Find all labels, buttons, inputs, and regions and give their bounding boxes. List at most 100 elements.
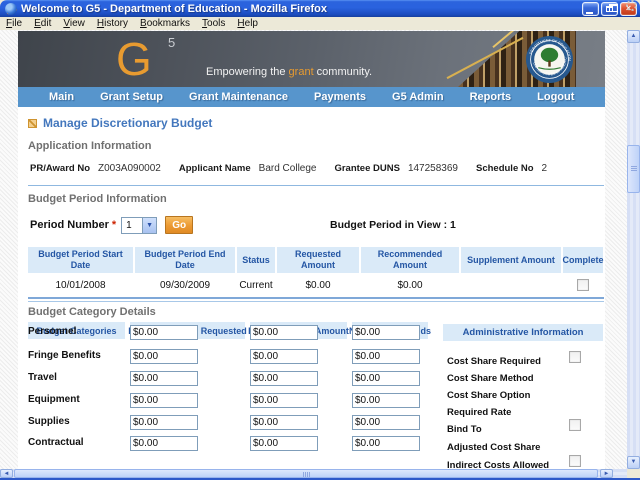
category-label: Personnel xyxy=(28,326,125,337)
field-value: Z003A090002 xyxy=(98,163,161,174)
scrollbar-corner xyxy=(627,469,640,478)
column-header: Complete xyxy=(563,247,603,273)
admin-label: Bind To xyxy=(447,424,482,435)
admin-row: Adjusted Cost Share xyxy=(447,437,603,450)
nav-item[interactable]: Main xyxy=(36,87,87,107)
horizontal-scrollbar[interactable]: ◄ ► xyxy=(0,469,627,478)
budget-period-heading: Budget Period Information xyxy=(28,193,167,205)
scroll-right-icon[interactable]: ► xyxy=(600,469,613,478)
category-row: Fringe Benefits xyxy=(28,346,428,363)
vertical-scrollbar-thumb[interactable] xyxy=(627,145,640,193)
horizontal-scrollbar-thumb[interactable] xyxy=(14,469,598,478)
minimize-button[interactable] xyxy=(582,2,599,16)
recommended-amount-cell: $0.00 xyxy=(361,275,459,295)
non-federal-funds-input[interactable] xyxy=(352,325,420,340)
supplement-amount-cell xyxy=(461,275,561,295)
throbber-icon xyxy=(626,0,637,11)
admin-label: Adjusted Cost Share xyxy=(447,442,540,453)
menu-item[interactable]: File xyxy=(0,17,28,30)
admin-row: Bind To xyxy=(447,419,603,432)
federal-funding-input[interactable] xyxy=(130,393,198,408)
admin-label: Cost Share Option xyxy=(447,390,530,401)
menu-item[interactable]: Bookmarks xyxy=(134,17,196,30)
go-button[interactable]: Go xyxy=(165,216,193,234)
menu-bar: FileEditViewHistoryBookmarksToolsHelp xyxy=(0,17,640,30)
chevron-down-icon: ▼ xyxy=(142,218,156,233)
field-label: Grantee DUNS xyxy=(334,163,399,174)
column-header: Budget Period End Date xyxy=(135,247,235,273)
main-nav: MainGrant SetupGrant MaintenancePayments… xyxy=(18,87,605,107)
nav-item[interactable]: Payments xyxy=(301,87,379,107)
non-federal-funds-input[interactable] xyxy=(352,349,420,364)
requested-amount-cell: $0.00 xyxy=(277,275,359,295)
non-federal-funds-input[interactable] xyxy=(352,436,420,451)
recommended-amount-input[interactable] xyxy=(250,415,318,430)
firefox-icon xyxy=(5,3,17,15)
g5-logo-5: 5 xyxy=(168,35,175,50)
menu-item[interactable]: Tools xyxy=(196,17,231,30)
restore-button[interactable] xyxy=(601,2,618,16)
menu-item[interactable]: Edit xyxy=(28,17,57,30)
admin-row: Indirect Costs Allowed xyxy=(447,455,603,468)
end-date-cell: 09/30/2009 xyxy=(135,275,235,295)
application-information-heading: Application Information xyxy=(28,140,151,152)
administrative-information: Administrative Information Cost Share Re… xyxy=(443,324,603,469)
page-viewport: G 5 Empowering the grant community. DEPA… xyxy=(0,30,627,469)
recommended-amount-input[interactable] xyxy=(250,436,318,451)
category-row: Contractual xyxy=(28,433,428,450)
admin-label: Cost Share Method xyxy=(447,373,534,384)
federal-funding-input[interactable] xyxy=(130,415,198,430)
nav-item[interactable]: Grant Setup xyxy=(87,87,176,107)
category-label: Equipment xyxy=(28,394,125,405)
budget-period-table-header: Budget Period Start DateBudget Period En… xyxy=(28,247,603,273)
admin-checkbox[interactable] xyxy=(569,419,581,431)
non-federal-funds-input[interactable] xyxy=(352,393,420,408)
menu-item[interactable]: Help xyxy=(231,17,264,30)
selected-period: 1 xyxy=(122,218,142,233)
menu-item[interactable]: View xyxy=(57,17,91,30)
admin-row: Cost Share Required xyxy=(447,351,603,364)
recommended-amount-input[interactable] xyxy=(250,371,318,386)
category-label: Fringe Benefits xyxy=(28,350,125,361)
scroll-left-icon[interactable]: ◄ xyxy=(0,469,13,478)
category-label: Travel xyxy=(28,372,125,383)
budget-category-heading: Budget Category Details xyxy=(28,306,156,318)
admin-label: Required Rate xyxy=(447,407,511,418)
recommended-amount-input[interactable] xyxy=(250,349,318,364)
nav-item[interactable]: Grant Maintenance xyxy=(176,87,301,107)
admin-checkbox[interactable] xyxy=(569,351,581,363)
window-title: Welcome to G5 - Department of Education … xyxy=(21,3,582,15)
page-title: Manage Discretionary Budget xyxy=(28,116,212,130)
admin-label: Indirect Costs Allowed xyxy=(447,460,549,469)
column-header: Requested Amount xyxy=(277,247,359,273)
menu-item[interactable]: History xyxy=(91,17,134,30)
restore-icon xyxy=(606,6,613,12)
nav-item[interactable]: Logout xyxy=(524,87,587,107)
nav-item[interactable]: G5 Admin xyxy=(379,87,457,107)
scroll-up-icon[interactable]: ▲ xyxy=(627,30,640,43)
nav-item[interactable]: Reports xyxy=(457,87,525,107)
admin-checkbox[interactable] xyxy=(569,455,581,467)
complete-checkbox[interactable] xyxy=(577,279,589,291)
federal-funding-input[interactable] xyxy=(130,371,198,386)
scroll-down-icon[interactable]: ▼ xyxy=(627,456,640,469)
category-row: Personnel xyxy=(28,322,428,339)
window-titlebar[interactable]: Welcome to G5 - Department of Education … xyxy=(0,0,640,17)
federal-funding-input[interactable] xyxy=(130,325,198,340)
field-value: 2 xyxy=(542,163,548,174)
required-marker: * xyxy=(112,219,116,231)
recommended-amount-input[interactable] xyxy=(250,393,318,408)
vertical-scrollbar[interactable]: ▲ ▼ xyxy=(627,30,640,469)
non-federal-funds-input[interactable] xyxy=(352,371,420,386)
non-federal-funds-input[interactable] xyxy=(352,415,420,430)
column-header: Budget Period Start Date xyxy=(28,247,133,273)
recommended-amount-input[interactable] xyxy=(250,325,318,340)
page-content: Manage Discretionary Budget Application … xyxy=(18,107,605,469)
period-number-select[interactable]: 1 ▼ xyxy=(121,217,157,234)
department-of-education-seal: DEPARTMENT OF EDUCATION UNITED STATES OF… xyxy=(526,36,573,83)
seal-tree-icon xyxy=(541,48,558,62)
federal-funding-input[interactable] xyxy=(130,349,198,364)
field-label: Applicant Name xyxy=(179,163,251,174)
federal-funding-input[interactable] xyxy=(130,436,198,451)
start-date-cell: 10/01/2008 xyxy=(28,275,133,295)
